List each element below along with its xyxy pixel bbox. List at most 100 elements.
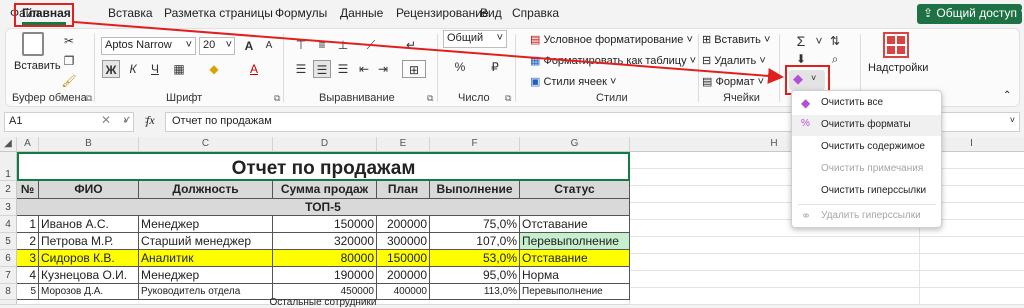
report-title-cell[interactable]: Отчет по продажам <box>17 152 630 181</box>
menu-item-clear-contents[interactable]: Очистить содержимое <box>792 137 941 158</box>
column-header[interactable]: G <box>520 137 630 152</box>
format-painter-icon[interactable]: 🖌 <box>60 72 78 90</box>
tab-formulas[interactable]: Формулы <box>275 6 327 20</box>
insert-cells-button[interactable]: ⊞ Вставить ˅ <box>702 33 770 46</box>
data-cell[interactable]: 400000 <box>377 284 430 300</box>
select-all-corner[interactable]: ◢ <box>0 137 17 152</box>
align-middle-icon[interactable]: ≡ <box>313 36 331 54</box>
header-cell[interactable]: № <box>17 181 39 199</box>
alignment-launcher-icon[interactable]: ⧉ <box>427 93 433 104</box>
column-header[interactable]: F <box>430 137 520 152</box>
fill-color-icon[interactable]: ◆ <box>205 60 223 78</box>
tab-help[interactable]: Справка <box>512 6 559 20</box>
align-bottom-icon[interactable]: ⊥ <box>334 36 352 54</box>
column-header[interactable]: D <box>273 137 377 152</box>
data-cell[interactable]: Петрова М.Р. <box>39 233 139 250</box>
row-header[interactable] <box>0 300 17 305</box>
data-cell[interactable]: Отставание <box>520 250 630 267</box>
group-cell[interactable]: Остальные сотрудники <box>17 298 630 308</box>
menu-item-clear-hyperlinks[interactable]: Очистить гиперссылки <box>792 181 941 202</box>
data-cell[interactable]: 320000 <box>273 233 377 250</box>
bold-button[interactable]: Ж <box>102 60 120 78</box>
group-cell[interactable]: ТОП-5 <box>17 199 630 216</box>
font-size-combo[interactable]: 20 ˅ <box>199 37 235 55</box>
menu-item-remove-hyperlinks[interactable]: ⚭ Удалить гиперссылки <box>792 206 941 227</box>
data-cell[interactable]: Менеджер <box>139 216 273 233</box>
data-cell[interactable]: Аналитик <box>139 250 273 267</box>
data-cell[interactable]: Кузнецова О.И. <box>39 267 139 284</box>
column-header[interactable]: C <box>139 137 273 152</box>
header-cell[interactable]: План <box>377 181 430 199</box>
indent-decrease-icon[interactable]: ⇤ <box>355 60 373 78</box>
menu-item-clear-comments[interactable]: Очистить примечания <box>792 159 941 180</box>
row-header[interactable]: 2 <box>0 181 17 199</box>
data-cell[interactable]: Иванов А.С. <box>39 216 139 233</box>
wrap-text-icon[interactable]: ↵ <box>402 36 420 54</box>
addins-label[interactable]: Надстройки <box>868 62 928 74</box>
column-header[interactable]: B <box>39 137 139 152</box>
data-cell[interactable]: Руководитель отдела <box>139 284 273 300</box>
font-launcher-icon[interactable]: ⧉ <box>274 93 280 104</box>
cut-icon[interactable]: ✂ <box>60 32 78 50</box>
row-header[interactable]: 1 <box>0 152 17 181</box>
copy-icon[interactable]: ❐ <box>60 52 78 70</box>
data-cell[interactable]: 75,0% <box>430 216 520 233</box>
row-header[interactable]: 6 <box>0 250 17 267</box>
data-cell[interactable]: Менеджер <box>139 267 273 284</box>
data-cell[interactable]: 113,0% <box>430 284 520 300</box>
row-header[interactable]: 7 <box>0 267 17 284</box>
menu-item-clear-formats[interactable]: % Очистить форматы <box>792 115 941 136</box>
data-cell[interactable]: 150000 <box>377 250 430 267</box>
align-right-icon[interactable]: ☰ <box>334 60 352 78</box>
format-cells-button[interactable]: ▤ Формат ˅ <box>702 75 764 88</box>
grow-font-icon[interactable]: A <box>240 37 258 55</box>
cell-styles-button[interactable]: ▣ Стили ячеек ˅ <box>530 75 616 88</box>
tab-view[interactable]: Вид <box>480 6 502 20</box>
data-cell[interactable]: Сидоров К.В. <box>39 250 139 267</box>
align-top-icon[interactable]: ⊤ <box>292 36 310 54</box>
data-cell[interactable]: Старший менеджер <box>139 233 273 250</box>
clipboard-launcher-icon[interactable]: ⧉ <box>86 93 92 104</box>
data-cell[interactable]: 300000 <box>377 233 430 250</box>
merge-center-icon[interactable]: ⊞ <box>402 60 426 78</box>
header-cell[interactable]: ФИО <box>39 181 139 199</box>
data-cell[interactable]: Морозов Д.А. <box>39 284 139 300</box>
header-cell[interactable]: Статус <box>520 181 630 199</box>
data-cell[interactable]: 4 <box>17 267 39 284</box>
align-left-icon[interactable]: ☰ <box>292 60 310 78</box>
data-cell[interactable]: 190000 <box>273 267 377 284</box>
paste-icon[interactable] <box>22 32 44 56</box>
data-cell[interactable]: 53,0% <box>430 250 520 267</box>
data-cell[interactable]: 200000 <box>377 267 430 284</box>
percent-format-icon[interactable]: % <box>445 58 475 76</box>
header-cell[interactable]: Сумма продаж <box>273 181 377 199</box>
font-color-icon[interactable]: A <box>245 60 263 78</box>
data-cell[interactable]: 80000 <box>273 250 377 267</box>
number-format-combo[interactable]: Общий ˅ <box>443 30 507 48</box>
data-cell[interactable]: Отставание <box>520 216 630 233</box>
data-cell[interactable]: 150000 <box>273 216 377 233</box>
row-header[interactable]: 3 <box>0 199 17 216</box>
fx-icon[interactable]: fx <box>146 113 155 128</box>
conditional-formatting-button[interactable]: ▤ Условное форматирование ˅ <box>530 33 693 46</box>
currency-format-icon[interactable]: ₽ <box>480 58 510 76</box>
font-name-combo[interactable]: Aptos Narrow ˅ <box>101 37 196 55</box>
italic-button[interactable]: К <box>124 60 142 78</box>
header-cell[interactable]: Выполнение <box>430 181 520 199</box>
menu-item-clear-all[interactable]: ◆ Очистить все <box>792 93 941 114</box>
data-cell[interactable]: 107,0% <box>430 233 520 250</box>
column-header[interactable]: A <box>17 137 39 152</box>
data-cell[interactable]: Перевыполнение <box>520 284 630 300</box>
tab-data[interactable]: Данные <box>340 6 383 20</box>
tab-insert[interactable]: Вставка <box>108 6 153 20</box>
collapse-ribbon-icon[interactable]: ⌃ <box>1003 90 1011 101</box>
data-cell[interactable]: 3 <box>17 250 39 267</box>
format-as-table-button[interactable]: ▦ Форматировать как таблицу ˅ <box>530 54 696 67</box>
indent-increase-icon[interactable]: ⇥ <box>374 60 392 78</box>
data-cell[interactable]: Норма <box>520 267 630 284</box>
tab-page-layout[interactable]: Разметка страницы <box>164 6 273 20</box>
share-button[interactable]: ⇪ Общий доступ ˅ <box>917 4 1024 24</box>
row-header[interactable]: 4 <box>0 216 17 233</box>
borders-icon[interactable]: ▦ <box>170 60 188 78</box>
header-cell[interactable]: Должность <box>139 181 273 199</box>
